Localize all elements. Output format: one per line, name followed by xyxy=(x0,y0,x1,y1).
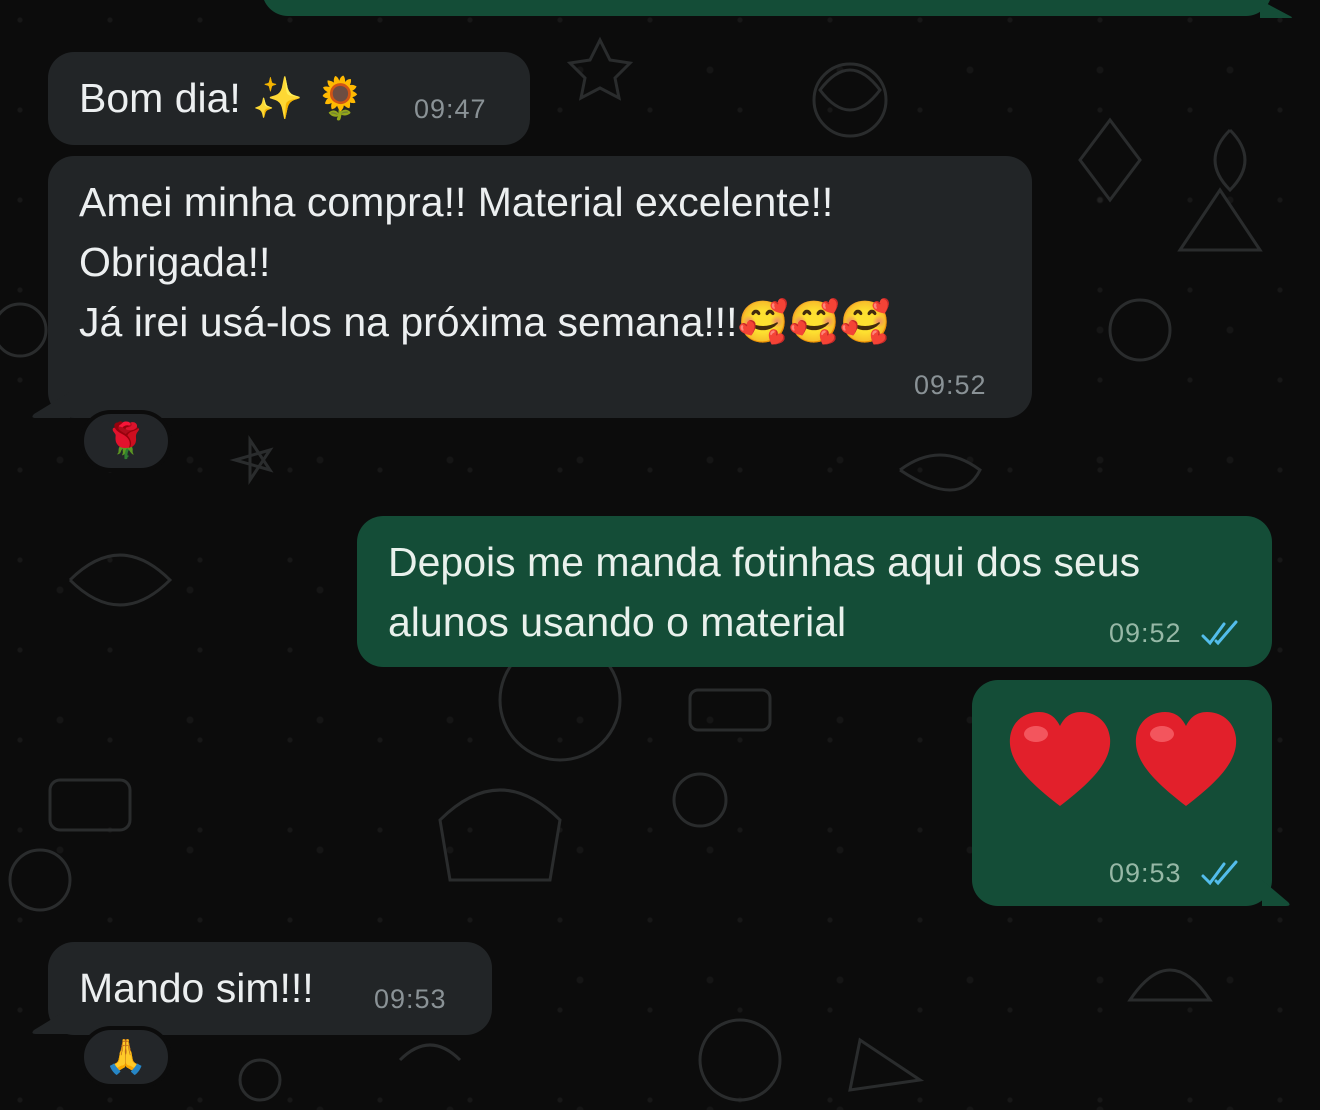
bubble-tail xyxy=(1260,0,1292,18)
outgoing-message[interactable]: Depois me manda fotinhas aqui dos seus a… xyxy=(357,516,1272,667)
red-heart-icon xyxy=(1135,712,1237,806)
praying-hands-icon: 🙏 xyxy=(104,1037,148,1077)
message-text: Bom dia! ✨ 🌻 xyxy=(79,75,366,121)
message-timestamp: 09:52 xyxy=(1109,618,1182,648)
message-timestamp: 09:47 xyxy=(414,94,487,124)
message-reaction[interactable]: 🌹 xyxy=(80,410,172,472)
bubble-tail xyxy=(32,1008,70,1034)
message-text-line: Já irei usá-los na próxima semana!!!🥰🥰🥰 xyxy=(79,299,891,345)
message-text-line: alunos usando o material xyxy=(388,599,847,645)
bubble-tail xyxy=(32,392,70,418)
rose-icon: 🌹 xyxy=(104,421,148,461)
incoming-message[interactable]: Bom dia! ✨ 🌻 09:47 xyxy=(48,52,530,145)
incoming-message[interactable]: Mando sim!!! 09:53 xyxy=(48,942,492,1035)
incoming-message[interactable]: Amei minha compra!! Material excelente!!… xyxy=(48,156,1032,418)
message-text-line: Obrigada!! xyxy=(79,239,271,285)
message-text-line: Amei minha compra!! Material excelente!! xyxy=(79,179,834,225)
double-check-icon xyxy=(1201,860,1238,886)
double-check-icon xyxy=(1201,620,1238,646)
message-timestamp: 09:52 xyxy=(914,370,987,400)
bubble-tail xyxy=(1262,880,1290,906)
message-timestamp: 09:53 xyxy=(374,984,447,1014)
message-reaction[interactable]: 🙏 xyxy=(80,1026,172,1088)
message-text-line: Depois me manda fotinhas aqui dos seus xyxy=(388,539,1141,585)
red-heart-icon xyxy=(1009,712,1111,806)
partial-outgoing-message[interactable] xyxy=(262,0,1272,16)
message-text: Mando sim!!! xyxy=(79,965,314,1011)
outgoing-message[interactable]: 09:53 xyxy=(972,680,1272,906)
message-timestamp: 09:53 xyxy=(1109,858,1182,888)
